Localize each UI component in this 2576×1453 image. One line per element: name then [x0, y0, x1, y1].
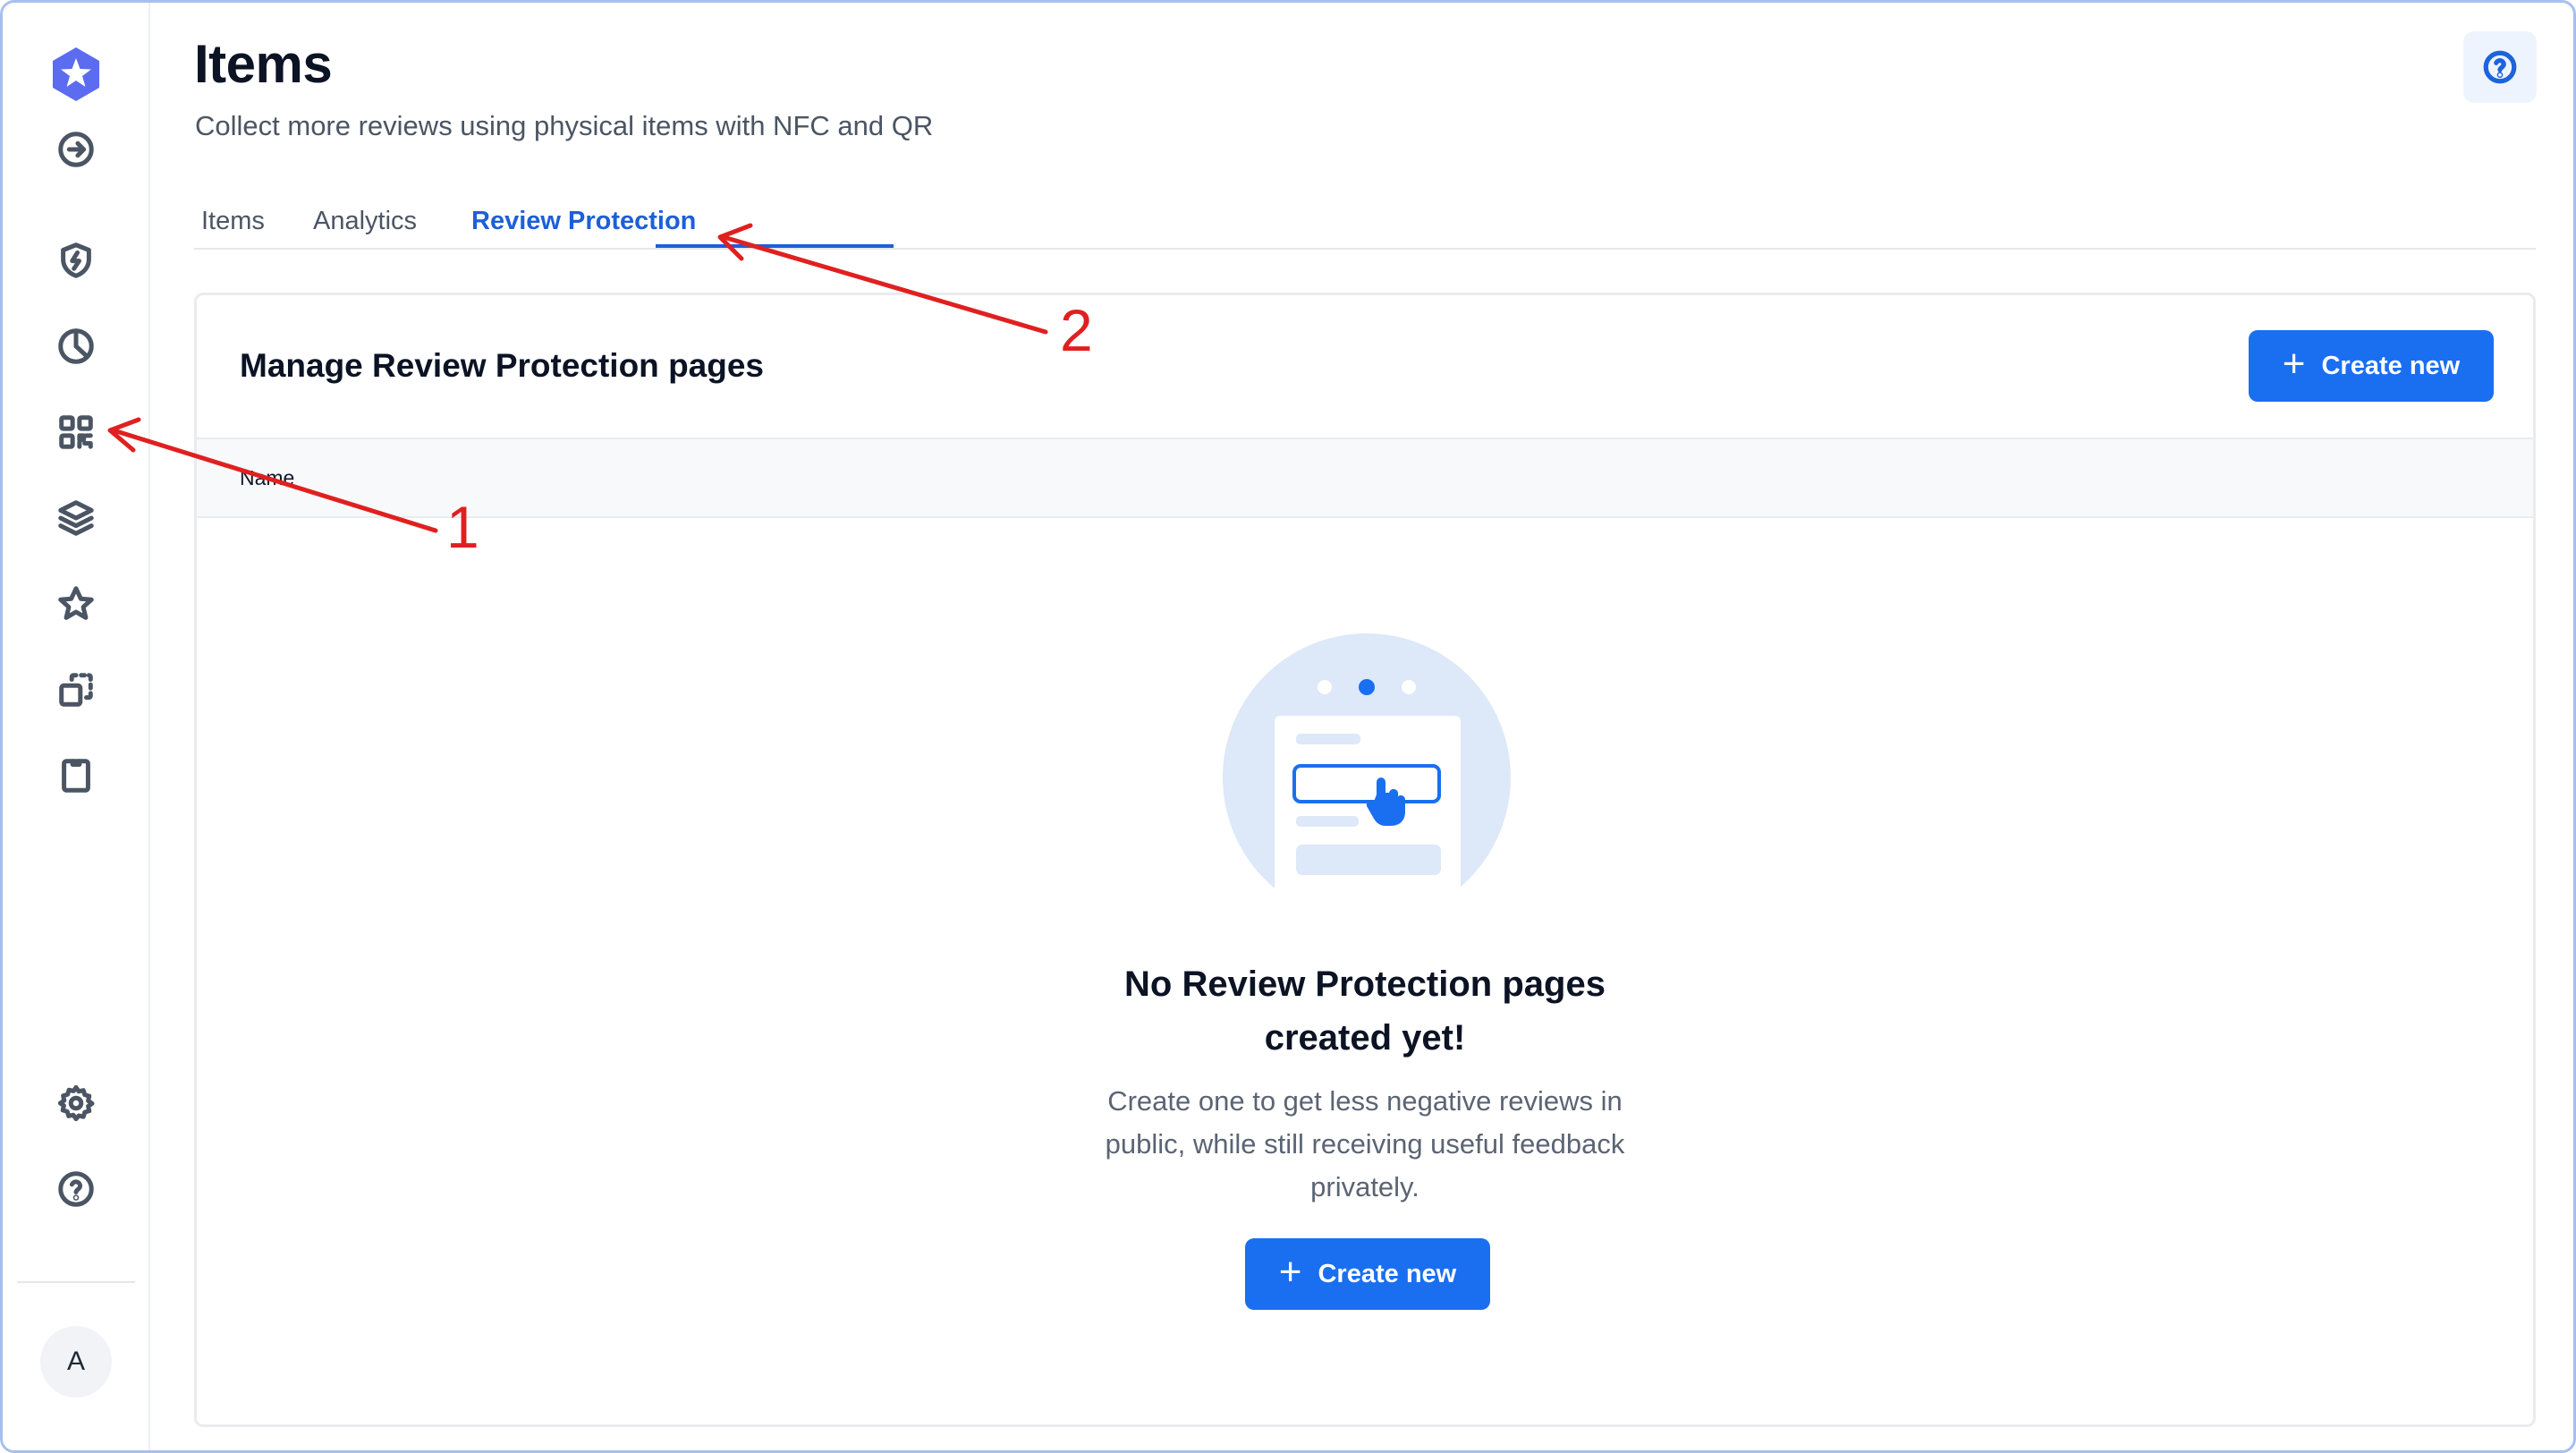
sidebar-divider — [17, 1281, 135, 1283]
qr-code-icon[interactable] — [47, 404, 105, 461]
column-header-name[interactable]: Name — [240, 466, 294, 490]
create-new-label: Create new — [1318, 1259, 1457, 1288]
empty-state-title: No Review Protection pages created yet! — [1124, 964, 1606, 1058]
annotation-number-2: 2 — [1060, 297, 1093, 363]
star-hex-logo-icon[interactable] — [47, 46, 105, 103]
sidebar: A — [3, 3, 150, 1450]
empty-state-illustration — [1223, 633, 1511, 922]
empty-state-description: Create one to get less negative reviews … — [1105, 1085, 1625, 1202]
app-window: A Items Collect more reviews using physi… — [0, 0, 2576, 1453]
copy-dashed-icon[interactable] — [47, 661, 105, 718]
help-button[interactable] — [2463, 31, 2537, 103]
annotation-number-1: 1 — [446, 494, 479, 560]
table-header: Name — [197, 438, 2533, 518]
page-subtitle: Collect more reviews using physical item… — [195, 110, 934, 141]
avatar[interactable]: A — [40, 1326, 112, 1398]
review-protection-card: Manage Review Protection pages + Create … — [194, 293, 2536, 1427]
shield-bolt-icon[interactable] — [47, 232, 105, 289]
layers-icon[interactable] — [47, 489, 105, 547]
tab-analytics[interactable]: Analytics — [313, 207, 417, 250]
help-circle-icon[interactable] — [47, 1160, 105, 1218]
active-tab-indicator — [656, 244, 894, 248]
create-new-button-empty[interactable]: + Create new — [1245, 1238, 1490, 1310]
tab-review-protection[interactable]: Review Protection — [471, 207, 696, 250]
arrow-right-circle-icon[interactable] — [47, 121, 105, 178]
page-title: Items — [194, 34, 333, 94]
tab-items[interactable]: Items — [201, 207, 265, 250]
plus-icon: + — [2282, 342, 2306, 386]
create-new-label: Create new — [2321, 351, 2461, 380]
tab-bar: Items Analytics Review Protection — [194, 200, 2536, 250]
star-icon[interactable] — [47, 575, 105, 633]
create-new-button-header[interactable]: + Create new — [2249, 330, 2494, 402]
help-circle-icon — [2483, 50, 2517, 84]
plus-icon: + — [1278, 1250, 1302, 1294]
card-title: Manage Review Protection pages — [240, 347, 765, 384]
gear-icon[interactable] — [47, 1075, 105, 1132]
clipboard-icon[interactable] — [47, 747, 105, 804]
pie-chart-icon[interactable] — [47, 318, 105, 375]
